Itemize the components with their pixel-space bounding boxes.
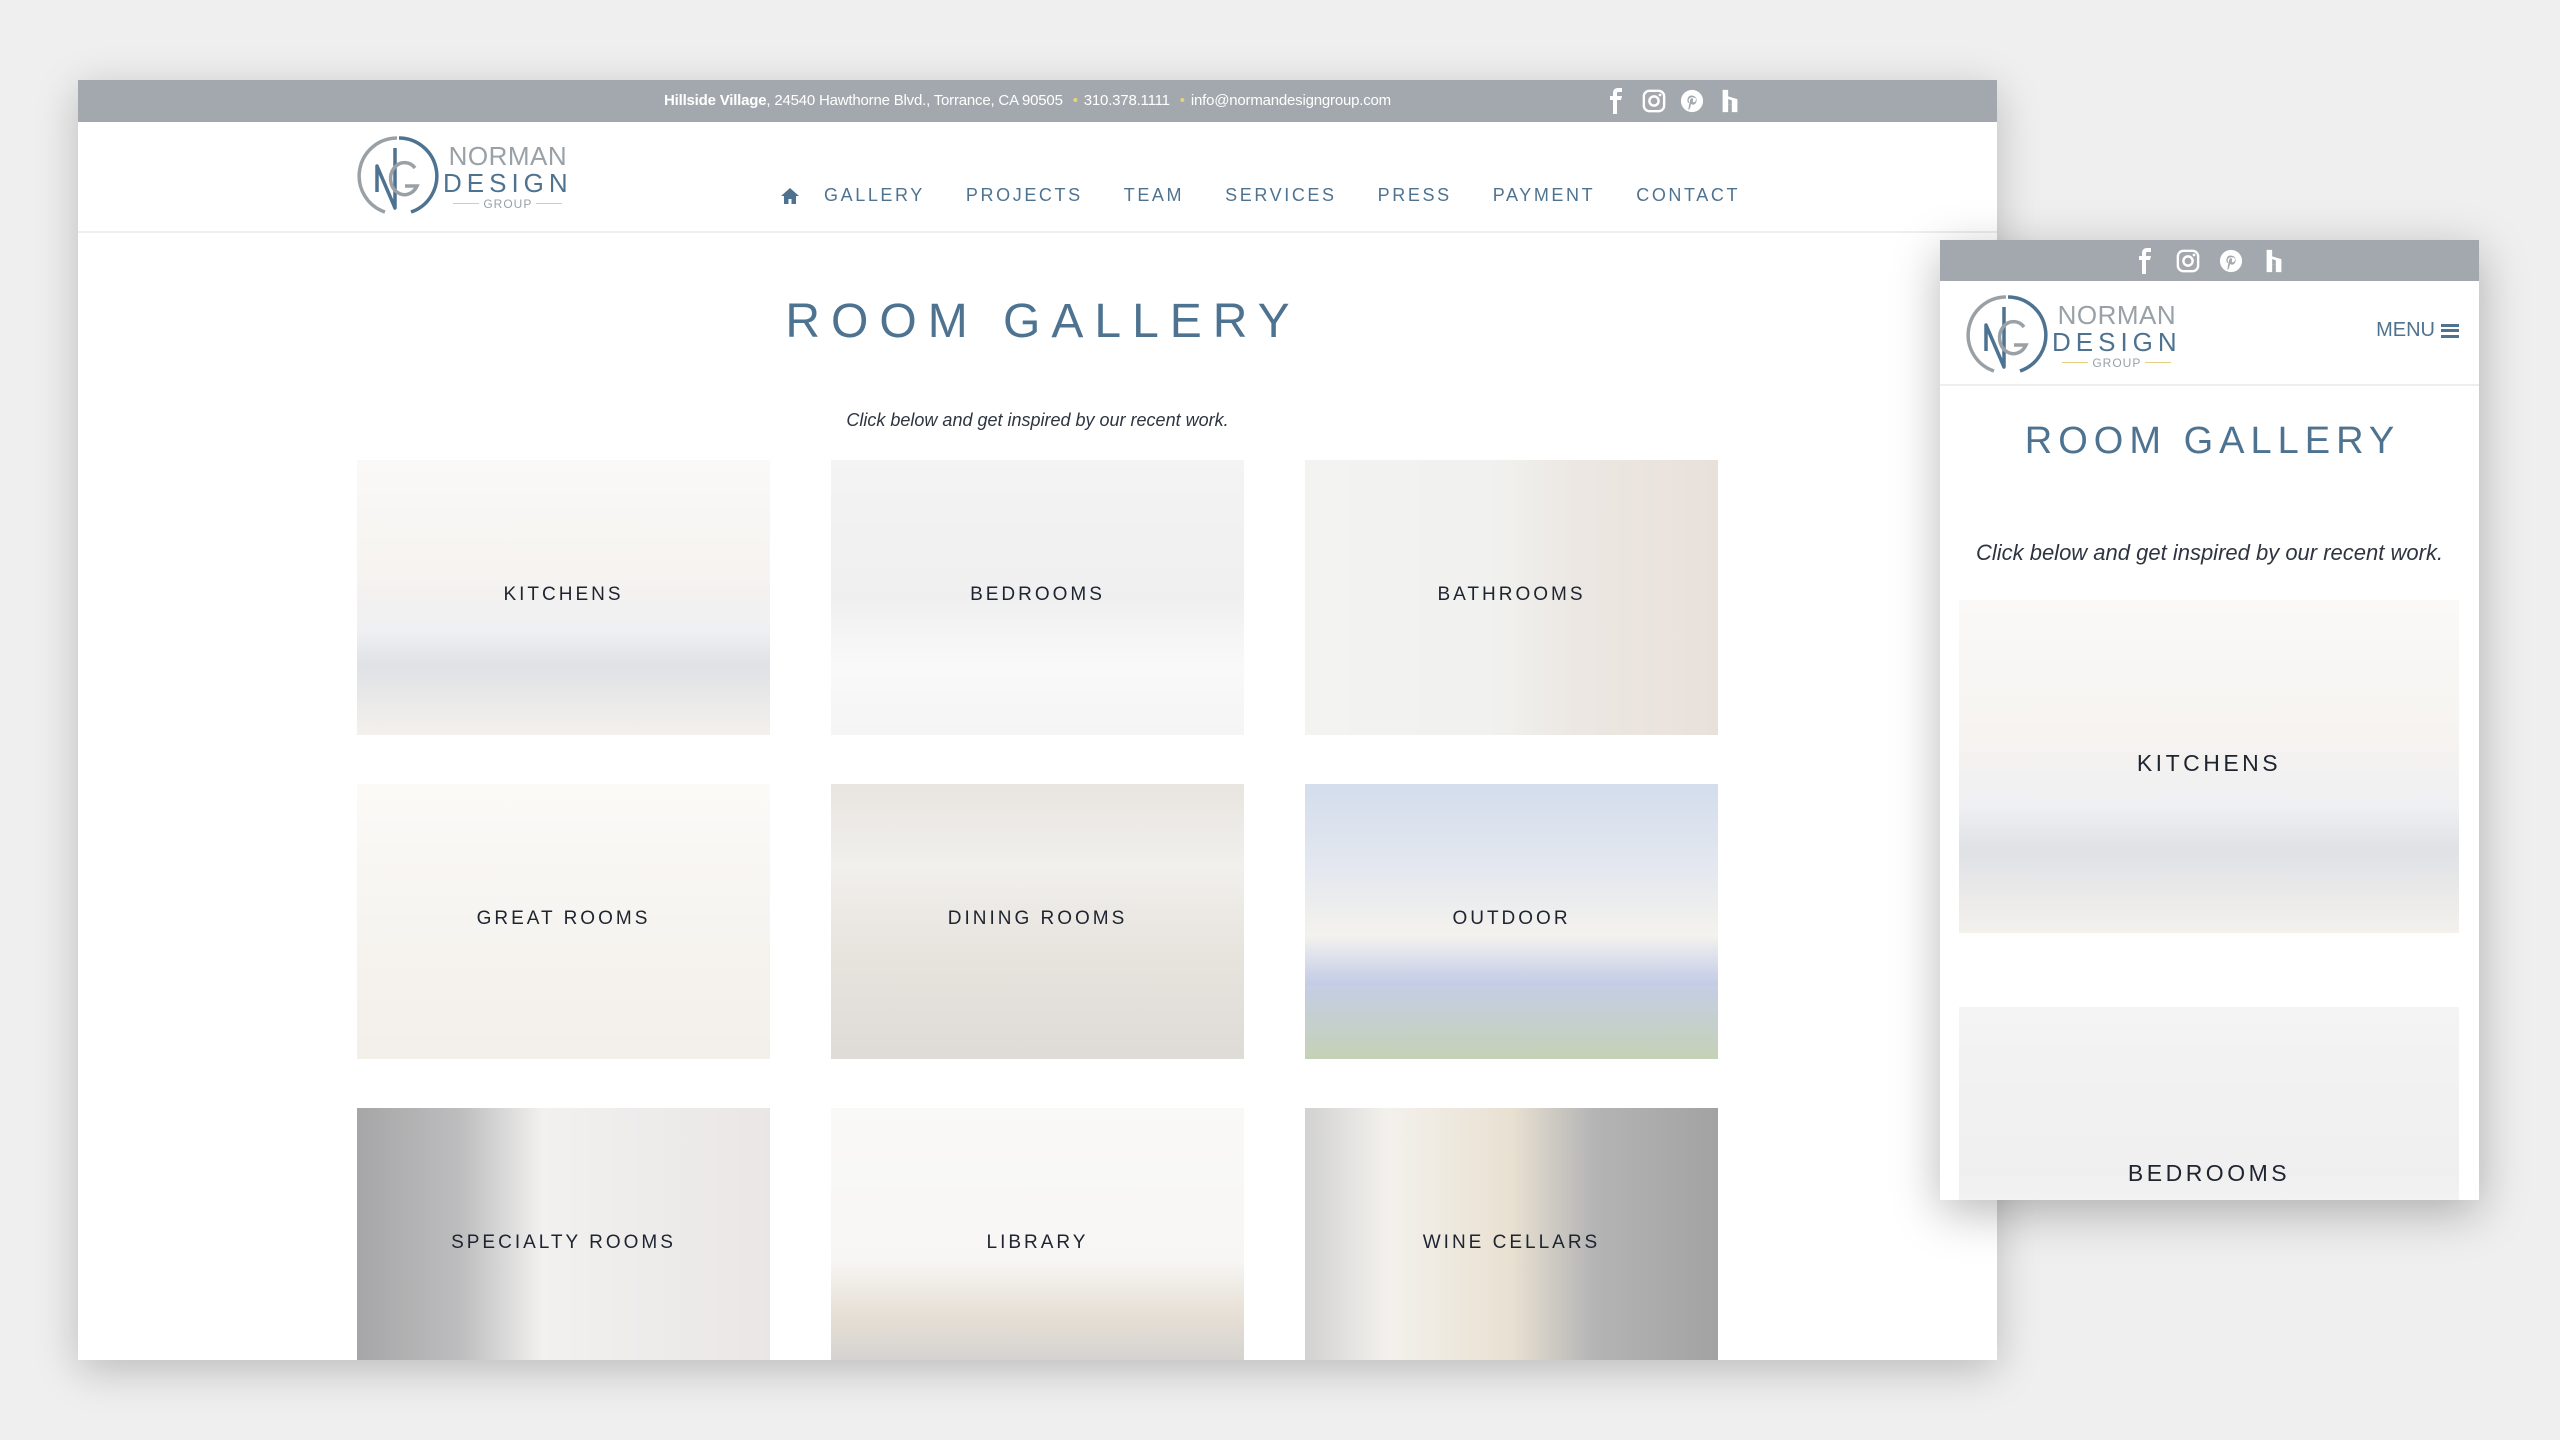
logo-line-group: GROUP bbox=[2052, 357, 2182, 369]
tile-label: LIBRARY bbox=[986, 1232, 1089, 1253]
hamburger-icon bbox=[2441, 323, 2459, 338]
tile-label: BATHROOMS bbox=[1437, 584, 1586, 605]
page-title: ROOM GALLERY bbox=[785, 295, 1301, 348]
logo-monogram-icon bbox=[1966, 295, 2048, 373]
mobile-top-bar bbox=[1940, 240, 2479, 281]
instagram-icon[interactable] bbox=[2176, 248, 2200, 274]
nav-team[interactable]: TEAM bbox=[1124, 185, 1184, 206]
logo-wordmark: NORMAN DESIGN GROUP bbox=[443, 143, 573, 210]
phone-link[interactable]: 310.378.1111 bbox=[1084, 92, 1170, 109]
gallery-tile-kitchens[interactable]: KITCHENS bbox=[357, 460, 770, 735]
page-subtitle: Click below and get inspired by our rece… bbox=[1975, 540, 2444, 565]
page-subtitle: Click below and get inspired by our rece… bbox=[846, 410, 1229, 430]
logo-line-design: DESIGN bbox=[443, 167, 573, 198]
gallery-tile-library[interactable]: LIBRARY bbox=[831, 1108, 1244, 1360]
tile-label: SPECIALTY ROOMS bbox=[451, 1232, 676, 1253]
logo-group-text: GROUP bbox=[2092, 355, 2142, 370]
nav-services[interactable]: SERVICES bbox=[1225, 185, 1337, 206]
gallery-tile-outdoor[interactable]: OUTDOOR bbox=[1305, 784, 1718, 1059]
gallery-tile-kitchens[interactable]: KITCHENS bbox=[1959, 600, 2459, 933]
gallery-tile-bedrooms[interactable]: BEDROOMS bbox=[831, 460, 1244, 735]
logo-line-design: DESIGN bbox=[2052, 326, 2182, 357]
top-info-bar: Hillside Village, 24540 Hawthorne Blvd.,… bbox=[78, 80, 1997, 122]
gallery-tile-great-rooms[interactable]: GREAT ROOMS bbox=[357, 784, 770, 1059]
tile-label: BEDROOMS bbox=[2127, 1160, 2291, 1186]
gallery-tile-bathrooms[interactable]: BATHROOMS bbox=[1305, 460, 1718, 735]
logo-group-text: GROUP bbox=[483, 196, 533, 211]
social-links bbox=[1604, 88, 1742, 114]
separator-dot: • bbox=[1179, 92, 1185, 109]
facebook-icon[interactable] bbox=[2133, 247, 2157, 274]
tile-label: KITCHENS bbox=[2136, 750, 2282, 776]
tile-label: BEDROOMS bbox=[970, 584, 1105, 605]
nav-projects[interactable]: PROJECTS bbox=[966, 185, 1083, 206]
site-header: NORMAN DESIGN GROUP GALLERY PROJECTS TEA… bbox=[78, 122, 1997, 233]
logo[interactable]: NORMAN DESIGN GROUP bbox=[355, 134, 573, 218]
nav-contact[interactable]: CONTACT bbox=[1636, 185, 1740, 206]
pinterest-icon[interactable] bbox=[2219, 248, 2243, 274]
mobile-menu-button[interactable]: MENU bbox=[2376, 319, 2459, 342]
pinterest-icon[interactable] bbox=[1680, 88, 1704, 114]
separator-dot: • bbox=[1072, 92, 1078, 109]
location-name: Hillside Village bbox=[664, 92, 767, 109]
nav-press[interactable]: PRESS bbox=[1378, 185, 1452, 206]
home-icon[interactable] bbox=[780, 187, 800, 205]
email-link[interactable]: info@normandesigngroup.com bbox=[1191, 92, 1391, 109]
mobile-header: NORMAN DESIGN GROUP MENU bbox=[1940, 281, 2479, 386]
tile-label: OUTDOOR bbox=[1452, 908, 1571, 929]
nav-gallery[interactable]: GALLERY bbox=[824, 185, 925, 206]
address: , 24540 Hawthorne Blvd., Torrance, CA 90… bbox=[766, 92, 1063, 109]
tile-label: GREAT ROOMS bbox=[476, 908, 651, 929]
gallery-tile-bedrooms[interactable]: BEDROOMS bbox=[1959, 1007, 2459, 1200]
logo[interactable]: NORMAN DESIGN GROUP bbox=[1964, 293, 2182, 377]
nav-payment[interactable]: PAYMENT bbox=[1493, 185, 1596, 206]
tile-label: WINE CELLARS bbox=[1422, 1232, 1601, 1253]
menu-label: MENU bbox=[2376, 319, 2435, 341]
logo-line-norman: NORMAN bbox=[2057, 299, 2177, 330]
gallery-tile-dining-rooms[interactable]: DINING ROOMS bbox=[831, 784, 1244, 1059]
tile-label: KITCHENS bbox=[503, 584, 624, 605]
logo-wordmark: NORMAN DESIGN GROUP bbox=[2052, 302, 2182, 369]
page-title: ROOM GALLERY bbox=[2024, 420, 2401, 462]
gallery-tile-wine-cellars[interactable]: WINE CELLARS bbox=[1305, 1108, 1718, 1360]
tile-label: DINING ROOMS bbox=[947, 908, 1128, 929]
mobile-preview: NORMAN DESIGN GROUP MENU ROOM GALLERY Cl… bbox=[1940, 240, 2479, 1200]
facebook-icon[interactable] bbox=[1604, 88, 1628, 114]
logo-monogram-icon bbox=[357, 136, 439, 214]
desktop-preview: Hillside Village, 24540 Hawthorne Blvd.,… bbox=[78, 80, 1997, 1360]
mobile-social-links bbox=[2133, 247, 2286, 274]
main-nav: GALLERY PROJECTS TEAM SERVICES PRESS PAY… bbox=[780, 185, 1781, 206]
instagram-icon[interactable] bbox=[1642, 88, 1666, 114]
contact-info: Hillside Village, 24540 Hawthorne Blvd.,… bbox=[664, 80, 1391, 122]
logo-line-group: GROUP bbox=[443, 198, 573, 210]
logo-line-norman: NORMAN bbox=[448, 140, 568, 171]
gallery-tile-specialty-rooms[interactable]: SPECIALTY ROOMS bbox=[357, 1108, 770, 1360]
houzz-icon[interactable] bbox=[2262, 248, 2286, 274]
houzz-icon[interactable] bbox=[1718, 88, 1742, 114]
